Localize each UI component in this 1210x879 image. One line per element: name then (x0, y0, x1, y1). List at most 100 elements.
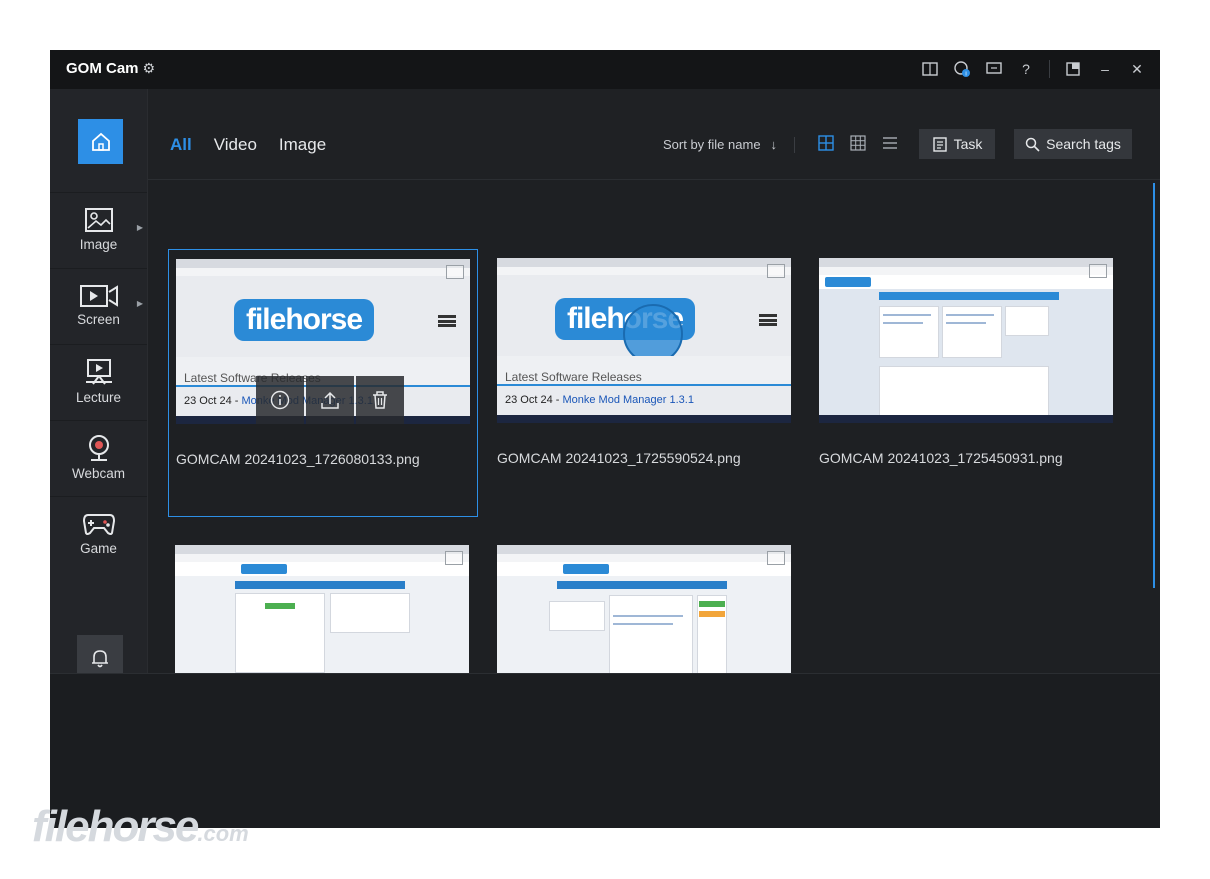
file-thumbnail[interactable] (819, 258, 1113, 423)
task-button[interactable]: Task (919, 129, 995, 159)
sort-label: Sort by file name (663, 137, 761, 152)
large-grid-view-icon[interactable] (818, 135, 834, 151)
image-type-icon (767, 264, 785, 278)
settings-gear-icon[interactable]: ⚙ (143, 60, 156, 77)
thumbnail-browser-bar (175, 545, 469, 554)
thumbnail-column (549, 601, 605, 631)
file-card[interactable]: GOMCAM 20241023_1725450931.png (812, 249, 1122, 517)
tab-video[interactable]: Video (214, 135, 257, 155)
info-icon (270, 390, 290, 410)
thumbnail-download-button (265, 603, 295, 609)
sidebar-item-label: Game (80, 541, 117, 556)
image-type-icon (767, 551, 785, 565)
expand-arrow-icon[interactable]: ▶ (137, 223, 143, 232)
feedback-icon[interactable] (985, 58, 1003, 80)
gomcam-window: GOM Cam ⚙ i ? – ✕ Image ▶ Screen ▶ Lectu… (50, 50, 1160, 828)
thumbnail-site-header (497, 562, 791, 576)
thumbnail-browser-bar (497, 545, 791, 554)
tab-image[interactable]: Image (279, 135, 326, 155)
toolbar-divider (794, 137, 795, 153)
sidebar-item-lecture[interactable]: Lecture (50, 344, 147, 418)
view-mode-switcher (818, 135, 898, 151)
thumbnail-address-bar (497, 554, 791, 562)
image-type-icon (1089, 264, 1107, 278)
minimize-button[interactable]: – (1096, 58, 1114, 80)
thumbnail-taskbar (819, 415, 1113, 423)
account-info-icon[interactable]: i (953, 58, 971, 80)
thumbnail-column (330, 593, 410, 633)
thumbnail-column (879, 366, 1049, 416)
sidebar-item-image[interactable]: Image ▶ (50, 192, 147, 266)
book-icon[interactable] (921, 58, 939, 80)
filter-tabs: All Video Image (170, 135, 326, 155)
thumbnail-latest-item: Monke Mod Manager 1.3.1 (562, 394, 694, 406)
thumbnail-text-line (613, 615, 683, 617)
thumbnail-address-bar (819, 267, 1113, 275)
gallery-toolbar: All Video Image Sort by file name ↓ Task (148, 89, 1160, 180)
sidebar-item-label: Image (79, 237, 118, 252)
list-view-icon[interactable] (882, 135, 898, 151)
sort-control[interactable]: Sort by file name ↓ (663, 137, 777, 152)
gamepad-icon (82, 514, 115, 535)
thumbnail-magnifier (623, 304, 683, 364)
sidebar-item-game[interactable]: Game (50, 496, 147, 570)
sidebar-item-label: Screen (77, 312, 120, 327)
file-card[interactable]: filehorse Latest Software Releases 23 Oc… (168, 249, 478, 517)
gallery-panel: All Video Image Sort by file name ↓ Task (147, 89, 1160, 710)
thumbnail-latest-date: 23 Oct 24 - (184, 395, 239, 407)
thumbnail-browser-bar (819, 258, 1113, 267)
compact-mode-icon[interactable] (1064, 58, 1082, 80)
bell-icon (92, 650, 108, 668)
close-button[interactable]: ✕ (1128, 58, 1146, 80)
thumbnail-latest-date: 23 Oct 24 - (505, 394, 560, 406)
thumbnail-text-line (883, 322, 923, 324)
home-button[interactable] (78, 119, 123, 164)
file-thumbnail[interactable]: filehorse Latest Software Releases 23 Oc… (176, 259, 470, 424)
file-grid: filehorse Latest Software Releases 23 Oc… (148, 181, 1160, 710)
trash-icon (373, 391, 387, 409)
sidebar-item-screen[interactable]: Screen ▶ (50, 268, 147, 342)
thumbnail-menu-icon (759, 314, 777, 326)
svg-text:i: i (965, 72, 966, 78)
file-card[interactable]: filehorse Latest Software Releases 23 Oc… (490, 249, 800, 517)
screen-record-icon (79, 285, 118, 307)
image-type-icon (445, 551, 463, 565)
delete-button[interactable] (356, 376, 404, 424)
sort-direction-icon[interactable]: ↓ (771, 137, 778, 152)
thumbnail-taskbar (497, 415, 791, 423)
thumbnail-text-line (946, 322, 986, 324)
app-title: GOM Cam (66, 60, 139, 77)
tab-all[interactable]: All (170, 135, 192, 155)
small-grid-view-icon[interactable] (850, 135, 866, 151)
home-icon (91, 132, 110, 151)
file-name: GOMCAM 20241023_1725450931.png (819, 450, 1063, 466)
webcam-icon (88, 435, 109, 461)
file-card[interactable] (168, 536, 478, 710)
file-card[interactable] (490, 536, 800, 710)
title-bar: GOM Cam ⚙ i ? – ✕ (50, 50, 1160, 89)
image-type-icon (446, 265, 464, 279)
mode-sidebar: Image ▶ Screen ▶ Lecture Webcam Game (50, 89, 147, 681)
title-bar-divider (1049, 60, 1050, 78)
thumbnail-filehorse-logo: filehorse (234, 299, 374, 341)
thumbnail-download-button (699, 601, 725, 607)
thumbnail-banner (235, 581, 405, 589)
search-tags-button[interactable]: Search tags (1014, 129, 1132, 159)
help-button[interactable]: ? (1017, 58, 1035, 80)
filehorse-watermark: filehorse.com (32, 802, 249, 852)
file-thumbnail[interactable]: filehorse Latest Software Releases 23 Oc… (497, 258, 791, 423)
thumbnail-mini-logo (825, 277, 871, 287)
scrollbar[interactable] (1153, 183, 1155, 588)
sidebar-item-webcam[interactable]: Webcam (50, 420, 147, 494)
thumbnail-address-bar (497, 267, 791, 275)
title-bar-controls: i ? – ✕ (921, 58, 1146, 80)
thumbnail-menu-icon (438, 315, 456, 327)
expand-arrow-icon[interactable]: ▶ (137, 299, 143, 308)
thumbnail-browser-bar (497, 258, 791, 267)
thumbnail-banner (557, 581, 727, 589)
search-icon (1025, 137, 1040, 152)
thumbnail-text-line (613, 623, 673, 625)
thumbnail-column (1005, 306, 1049, 336)
share-button[interactable] (306, 376, 354, 424)
info-button[interactable] (256, 376, 304, 424)
